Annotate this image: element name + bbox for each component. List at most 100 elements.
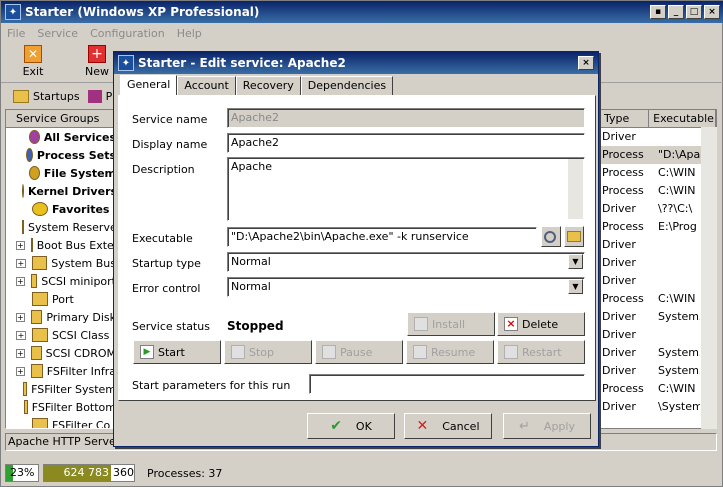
tree-item-label: FSFilter Co	[52, 418, 111, 429]
expand-icon[interactable]: +	[16, 276, 25, 286]
restart-button[interactable]: Restart	[497, 340, 585, 364]
tab-startups[interactable]: Startups	[9, 89, 84, 103]
gear-icon	[87, 89, 102, 103]
dialog-title-bar[interactable]: ✦ Starter - Edit service: Apache2 ×	[114, 52, 598, 74]
expand-icon[interactable]: +	[16, 312, 25, 322]
tab-processes[interactable]: P	[84, 89, 117, 103]
tab-recovery[interactable]: Recovery	[235, 76, 301, 96]
tree-item[interactable]: System Reserved	[6, 218, 116, 236]
tree-item[interactable]: + System Bus	[6, 254, 116, 272]
executable-field[interactable]: "D:\Apache2\bin\Apache.exe" -k runservic…	[227, 227, 537, 247]
service-groups-tree[interactable]: Service Groups All Services Process Sets F…	[5, 109, 117, 429]
tree-item[interactable]: All Services	[6, 128, 116, 146]
startup-type-select[interactable]: Normal ▼	[227, 252, 585, 272]
tree-item[interactable]: Process Sets	[6, 146, 116, 164]
pause-button[interactable]: Pause	[315, 340, 403, 364]
cell-type: Driver	[602, 238, 636, 251]
list-row[interactable]: Driver	[600, 236, 716, 254]
tree-item[interactable]: + Boot Bus Extender	[6, 236, 116, 254]
list-row[interactable]: Process "D:\Apa	[600, 146, 716, 164]
column-type[interactable]: Type	[600, 110, 650, 127]
list-row[interactable]: Process C:\WIN	[600, 380, 716, 398]
tree-item[interactable]: Port	[6, 290, 116, 308]
cancel-button[interactable]: ✕ Cancel	[404, 413, 492, 439]
description-field[interactable]: Apache	[227, 157, 585, 221]
list-row[interactable]: Driver System3	[600, 362, 716, 380]
folder-icon	[32, 418, 48, 428]
tab-dependencies[interactable]: Dependencies	[300, 76, 394, 96]
tree-item[interactable]: + Primary Disk	[6, 308, 116, 326]
list-row[interactable]: Driver System3	[600, 344, 716, 362]
tree-item[interactable]: + SCSI miniport	[6, 272, 116, 290]
list-row[interactable]: Driver	[600, 272, 716, 290]
chevron-down-icon[interactable]: ▼	[568, 254, 583, 269]
tree-item-label: System Reserved	[28, 220, 117, 234]
install-button[interactable]: Install	[407, 312, 495, 336]
description-scrollbar[interactable]	[568, 159, 583, 219]
apply-button[interactable]: ↵ Apply	[503, 413, 591, 439]
tree-item[interactable]: FSFilter Bottom	[6, 398, 116, 416]
tree-item[interactable]: File System	[6, 164, 116, 182]
list-scrollbar[interactable]	[701, 127, 717, 429]
maximize-icon[interactable]: □	[686, 5, 702, 19]
list-row[interactable]: Driver	[600, 254, 716, 272]
tree-item[interactable]: Favorites	[6, 200, 116, 218]
system-menu-icon[interactable]: ▪	[650, 5, 666, 19]
display-name-field[interactable]: Apache2	[227, 133, 585, 153]
dialog-close-icon[interactable]: ×	[578, 56, 594, 70]
list-row[interactable]: Process C:\WIN	[600, 164, 716, 182]
tab-general[interactable]: General	[120, 75, 178, 96]
cell-executable: C:\WIN	[658, 184, 696, 197]
menu-configuration[interactable]: Configuration	[84, 27, 171, 40]
expand-icon[interactable]: +	[16, 240, 25, 250]
services-list[interactable]: Type Executable Driver Process "D:\Apa Proc…	[599, 109, 717, 429]
folder-icon	[30, 238, 33, 252]
error-control-select[interactable]: Normal ▼	[227, 277, 585, 297]
dialog-app-icon: ✦	[118, 55, 134, 71]
open-folder-button[interactable]	[564, 226, 584, 247]
list-row[interactable]: Driver System3	[600, 308, 716, 326]
list-row[interactable]: Process C:\WIN	[600, 290, 716, 308]
menu-file[interactable]: File	[1, 27, 31, 40]
expand-icon[interactable]: +	[16, 348, 25, 358]
close-icon[interactable]: ×	[704, 5, 720, 19]
list-row[interactable]: Driver \??\C:\	[600, 200, 716, 218]
menu-service[interactable]: Service	[31, 27, 84, 40]
tree-item[interactable]: FSFilter Co	[6, 416, 116, 429]
chevron-down-icon[interactable]: ▼	[568, 279, 583, 294]
expand-icon[interactable]: +	[16, 366, 25, 376]
minimize-icon[interactable]: _	[668, 5, 684, 19]
stop-button[interactable]: Stop	[224, 340, 312, 364]
column-executable[interactable]: Executable	[649, 110, 716, 127]
list-row[interactable]: Driver	[600, 326, 716, 344]
list-row[interactable]: Driver \System	[600, 398, 716, 416]
resume-button[interactable]: Resume	[406, 340, 494, 364]
expand-icon[interactable]: +	[16, 258, 26, 268]
list-row[interactable]: Process C:\WIN	[600, 182, 716, 200]
tree-item-label: Primary Disk	[46, 310, 116, 324]
expand-icon[interactable]: +	[16, 330, 26, 340]
delete-button[interactable]: × Delete	[497, 312, 585, 336]
exit-button[interactable]: ✕ Exit	[11, 45, 55, 78]
menu-help[interactable]: Help	[171, 27, 208, 40]
start-params-field[interactable]	[309, 374, 585, 394]
tree-item-label: SCSI Class	[52, 328, 110, 342]
tree-item[interactable]: + SCSI CDROM	[6, 344, 116, 362]
ok-button[interactable]: ✔ OK	[307, 413, 395, 439]
tree-item[interactable]: + SCSI Class	[6, 326, 116, 344]
list-header: Type Executable	[600, 110, 716, 128]
list-row[interactable]: Driver	[600, 128, 716, 146]
tab-account[interactable]: Account	[177, 76, 236, 96]
cell-executable: System3	[658, 310, 700, 323]
tree-item[interactable]: + FSFilter Infra	[6, 362, 116, 380]
list-row[interactable]: Process E:\Prog	[600, 218, 716, 236]
stop-icon	[231, 345, 245, 359]
browse-executable-button[interactable]	[541, 226, 561, 247]
tree-item[interactable]: Kernel Drivers	[6, 182, 116, 200]
start-button[interactable]: ▶ Start	[133, 340, 221, 364]
cell-type: Driver	[602, 202, 636, 215]
display-name-label: Display name	[132, 138, 208, 151]
tree-item[interactable]: FSFilter System	[6, 380, 116, 398]
folder-icon	[32, 292, 48, 306]
main-title-bar[interactable]: ✦ Starter (Windows XP Professional) ▪ _ …	[1, 1, 723, 23]
